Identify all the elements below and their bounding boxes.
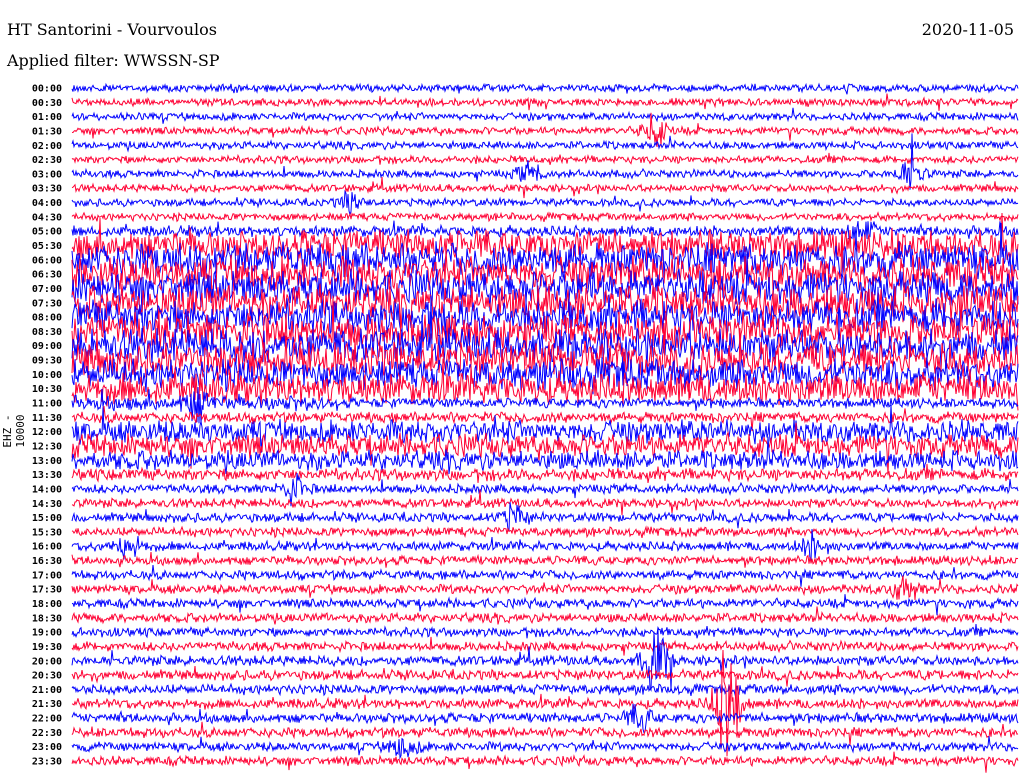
time-label: 09:00 — [32, 341, 62, 352]
helicorder-plot: 00:00 00:30 01:00 01:30 02:00 02:30 03:00 03:30… — [32, 82, 1019, 773]
time-label: 10:30 — [32, 384, 62, 395]
time-label: 16:30 — [32, 556, 62, 567]
trace-20:30 — [71, 665, 1019, 687]
trace-03:30 — [71, 177, 1019, 199]
trace-01:00 — [71, 107, 1019, 124]
trace-04:30 — [71, 211, 1019, 223]
time-label: 04:00 — [32, 198, 62, 209]
time-label: 06:00 — [32, 255, 62, 266]
time-label: 16:00 — [32, 542, 62, 553]
time-label: 17:00 — [32, 570, 62, 581]
trace-00:30 — [71, 93, 1019, 111]
time-label: 04:30 — [32, 212, 62, 223]
time-label: 13:00 — [32, 456, 62, 467]
time-label: 11:30 — [32, 413, 62, 424]
trace-15:30 — [71, 525, 1019, 539]
time-label: 19:30 — [32, 642, 62, 653]
time-label: 08:00 — [32, 313, 62, 324]
trace-18:30 — [71, 606, 1019, 625]
trace-20:00 — [71, 629, 1019, 692]
time-label: 18:00 — [32, 599, 62, 610]
time-label: 11:00 — [32, 399, 62, 410]
time-label: 17:30 — [32, 585, 62, 596]
time-label: 10:00 — [32, 370, 62, 381]
trace-23:00 — [71, 735, 1019, 760]
time-label: 20:00 — [32, 656, 62, 667]
time-label: 14:00 — [32, 484, 62, 495]
trace-17:00 — [71, 565, 1019, 587]
trace-23:30 — [71, 751, 1019, 773]
time-label: 14:30 — [32, 499, 62, 510]
time-label: 12:30 — [32, 441, 62, 452]
trace-22:30 — [71, 721, 1019, 746]
trace-02:00 — [71, 135, 1019, 153]
time-label: 12:00 — [32, 427, 62, 438]
trace-12:00 — [71, 405, 1019, 453]
trace-19:30 — [71, 636, 1019, 656]
time-label: 23:00 — [32, 742, 62, 753]
time-label: 05:00 — [32, 227, 62, 238]
time-label: 05:30 — [32, 241, 62, 252]
trace-14:30 — [71, 489, 1019, 516]
time-label: 06:30 — [32, 270, 62, 281]
time-label: 19:00 — [32, 628, 62, 639]
trace-16:30 — [71, 552, 1019, 568]
time-label: 15:30 — [32, 527, 62, 538]
trace-04:00 — [71, 189, 1019, 217]
trace-00:00 — [71, 82, 1019, 95]
time-label: 01:00 — [32, 112, 62, 123]
trace-13:30 — [71, 463, 1019, 483]
trace-19:00 — [71, 624, 1019, 639]
time-label: 22:00 — [32, 714, 62, 725]
time-label: 01:30 — [32, 126, 62, 137]
time-label: 03:30 — [32, 184, 62, 195]
time-label: 21:30 — [32, 699, 62, 710]
time-label: 07:30 — [32, 298, 62, 309]
time-label: 21:00 — [32, 685, 62, 696]
time-label: 03:00 — [32, 169, 62, 180]
time-label: 09:30 — [32, 356, 62, 367]
trace-21:00 — [71, 682, 1019, 697]
time-label: 02:30 — [32, 155, 62, 166]
time-label: 00:30 — [32, 98, 62, 109]
trace-02:30 — [71, 152, 1019, 166]
trace-18:00 — [71, 594, 1019, 616]
trace-17:30 — [71, 575, 1019, 601]
time-label: 13:30 — [32, 470, 62, 481]
trace-06:00 — [71, 222, 1019, 305]
time-label: 22:30 — [32, 728, 62, 739]
trace-12:30 — [71, 422, 1019, 476]
time-label: 18:30 — [32, 613, 62, 624]
time-label: 15:00 — [32, 513, 62, 524]
time-label: 20:30 — [32, 671, 62, 682]
trace-05:00 — [71, 220, 1019, 241]
time-label: 02:00 — [32, 141, 62, 152]
time-label: 23:30 — [32, 757, 62, 768]
trace-13:00 — [71, 436, 1019, 475]
time-label: 08:30 — [32, 327, 62, 338]
time-label: 07:00 — [32, 284, 62, 295]
time-label: 00:00 — [32, 84, 62, 95]
trace-21:30 — [71, 649, 1019, 757]
